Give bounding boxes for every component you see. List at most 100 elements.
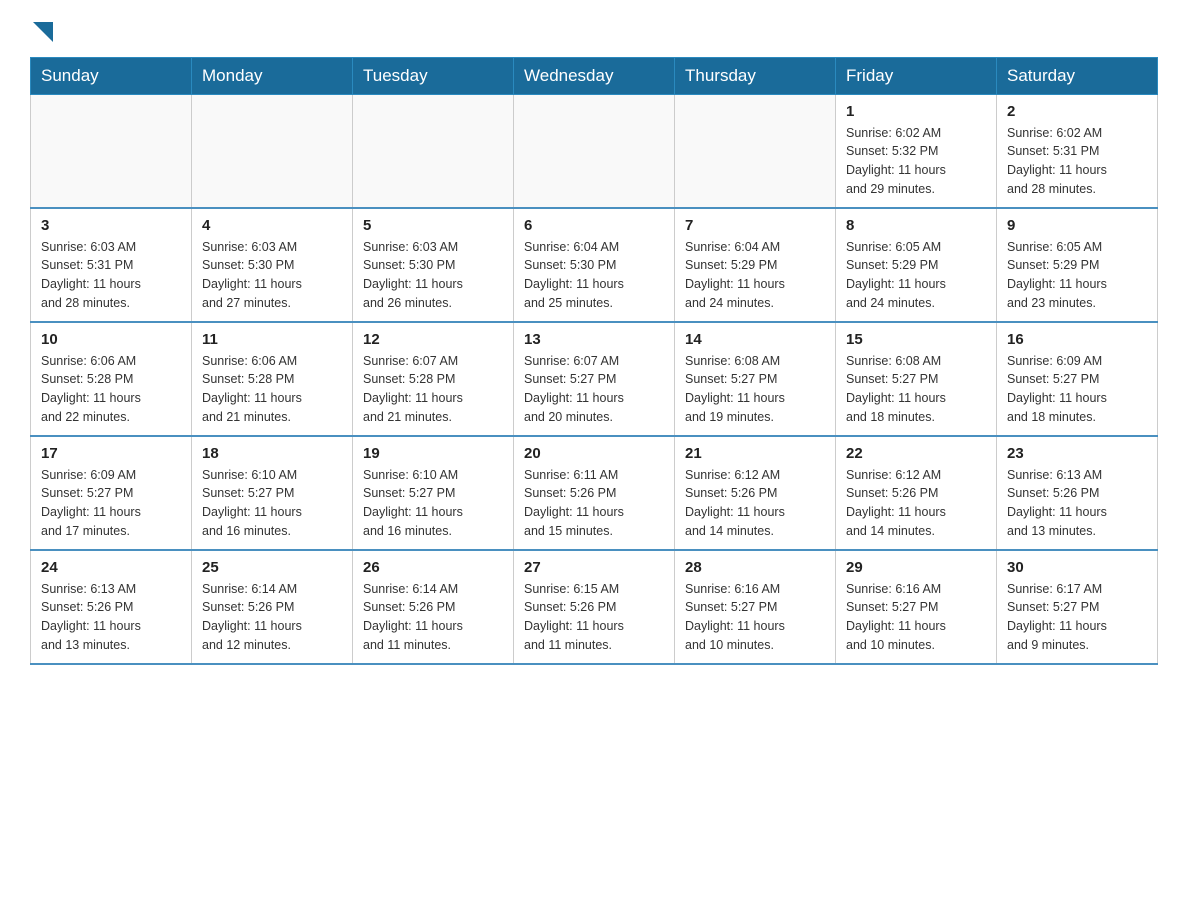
day-number: 16 [1007,331,1147,348]
day-number: 5 [363,217,503,234]
day-number: 24 [41,559,181,576]
day-info: Sunrise: 6:16 AM Sunset: 5:27 PM Dayligh… [685,580,825,655]
day-number: 4 [202,217,342,234]
calendar-week-4: 24 Sunrise: 6:13 AM Sunset: 5:26 PM Dayli… [31,550,1158,664]
day-number: 7 [685,217,825,234]
day-info: Sunrise: 6:08 AM Sunset: 5:27 PM Dayligh… [846,352,986,427]
calendar-cell [675,94,836,208]
calendar-week-1: 3 Sunrise: 6:03 AM Sunset: 5:31 PM Daylig… [31,208,1158,322]
day-number: 27 [524,559,664,576]
calendar-body: 1 Sunrise: 6:02 AM Sunset: 5:32 PM Daylig… [31,94,1158,664]
day-number: 2 [1007,103,1147,120]
calendar-header: SundayMondayTuesdayWednesdayThursdayFrid… [31,57,1158,94]
day-header-thursday: Thursday [675,57,836,94]
day-info: Sunrise: 6:04 AM Sunset: 5:30 PM Dayligh… [524,238,664,313]
day-header-sunday: Sunday [31,57,192,94]
calendar-cell: 19 Sunrise: 6:10 AM Sunset: 5:27 PM Dayli… [353,436,514,550]
day-info: Sunrise: 6:14 AM Sunset: 5:26 PM Dayligh… [363,580,503,655]
day-info: Sunrise: 6:02 AM Sunset: 5:32 PM Dayligh… [846,124,986,199]
day-info: Sunrise: 6:06 AM Sunset: 5:28 PM Dayligh… [202,352,342,427]
day-header-saturday: Saturday [997,57,1158,94]
day-number: 6 [524,217,664,234]
day-number: 26 [363,559,503,576]
day-info: Sunrise: 6:03 AM Sunset: 5:31 PM Dayligh… [41,238,181,313]
day-info: Sunrise: 6:10 AM Sunset: 5:27 PM Dayligh… [363,466,503,541]
calendar-cell [353,94,514,208]
day-info: Sunrise: 6:07 AM Sunset: 5:28 PM Dayligh… [363,352,503,427]
calendar-cell: 22Sunrise: 6:12 AM Sunset: 5:26 PM Dayli… [836,436,997,550]
calendar-cell: 11 Sunrise: 6:06 AM Sunset: 5:28 PM Dayli… [192,322,353,436]
calendar-cell [31,94,192,208]
calendar-cell: 18 Sunrise: 6:10 AM Sunset: 5:27 PM Dayli… [192,436,353,550]
calendar-cell: 25 Sunrise: 6:14 AM Sunset: 5:26 PM Dayli… [192,550,353,664]
calendar-cell: 15 Sunrise: 6:08 AM Sunset: 5:27 PM Dayli… [836,322,997,436]
page-header [30,20,1158,47]
day-info: Sunrise: 6:05 AM Sunset: 5:29 PM Dayligh… [846,238,986,313]
day-number: 18 [202,445,342,462]
day-info: Sunrise: 6:10 AM Sunset: 5:27 PM Dayligh… [202,466,342,541]
calendar-cell: 16 Sunrise: 6:09 AM Sunset: 5:27 PM Dayli… [997,322,1158,436]
day-number: 19 [363,445,503,462]
calendar-cell: 17 Sunrise: 6:09 AM Sunset: 5:27 PM Dayli… [31,436,192,550]
calendar-cell: 26 Sunrise: 6:14 AM Sunset: 5:26 PM Dayli… [353,550,514,664]
day-number: 8 [846,217,986,234]
calendar-cell: 24 Sunrise: 6:13 AM Sunset: 5:26 PM Dayli… [31,550,192,664]
calendar-cell: 14Sunrise: 6:08 AM Sunset: 5:27 PM Dayli… [675,322,836,436]
calendar-cell: 2 Sunrise: 6:02 AM Sunset: 5:31 PM Daylig… [997,94,1158,208]
day-number: 15 [846,331,986,348]
day-info: Sunrise: 6:15 AM Sunset: 5:26 PM Dayligh… [524,580,664,655]
day-info: Sunrise: 6:11 AM Sunset: 5:26 PM Dayligh… [524,466,664,541]
day-number: 25 [202,559,342,576]
day-header-friday: Friday [836,57,997,94]
day-info: Sunrise: 6:04 AM Sunset: 5:29 PM Dayligh… [685,238,825,313]
day-info: Sunrise: 6:13 AM Sunset: 5:26 PM Dayligh… [41,580,181,655]
day-info: Sunrise: 6:06 AM Sunset: 5:28 PM Dayligh… [41,352,181,427]
day-info: Sunrise: 6:13 AM Sunset: 5:26 PM Dayligh… [1007,466,1147,541]
day-number: 1 [846,103,986,120]
day-number: 29 [846,559,986,576]
day-number: 30 [1007,559,1147,576]
calendar-cell: 13 Sunrise: 6:07 AM Sunset: 5:27 PM Dayli… [514,322,675,436]
day-number: 20 [524,445,664,462]
day-info: Sunrise: 6:03 AM Sunset: 5:30 PM Dayligh… [202,238,342,313]
day-header-wednesday: Wednesday [514,57,675,94]
logo [30,20,53,47]
day-number: 13 [524,331,664,348]
calendar-cell: 21 Sunrise: 6:12 AM Sunset: 5:26 PM Dayli… [675,436,836,550]
day-info: Sunrise: 6:07 AM Sunset: 5:27 PM Dayligh… [524,352,664,427]
day-number: 22 [846,445,986,462]
day-info: Sunrise: 6:05 AM Sunset: 5:29 PM Dayligh… [1007,238,1147,313]
calendar-cell: 30 Sunrise: 6:17 AM Sunset: 5:27 PM Dayli… [997,550,1158,664]
day-number: 3 [41,217,181,234]
day-number: 14 [685,331,825,348]
day-number: 12 [363,331,503,348]
day-info: Sunrise: 6:02 AM Sunset: 5:31 PM Dayligh… [1007,124,1147,199]
day-info: Sunrise: 6:03 AM Sunset: 5:30 PM Dayligh… [363,238,503,313]
calendar-cell: 3 Sunrise: 6:03 AM Sunset: 5:31 PM Daylig… [31,208,192,322]
calendar-cell: 20 Sunrise: 6:11 AM Sunset: 5:26 PM Dayli… [514,436,675,550]
day-header-tuesday: Tuesday [353,57,514,94]
day-number: 11 [202,331,342,348]
day-info: Sunrise: 6:16 AM Sunset: 5:27 PM Dayligh… [846,580,986,655]
logo-arrow-icon [33,22,53,42]
day-info: Sunrise: 6:17 AM Sunset: 5:27 PM Dayligh… [1007,580,1147,655]
calendar-cell: 5 Sunrise: 6:03 AM Sunset: 5:30 PM Daylig… [353,208,514,322]
day-info: Sunrise: 6:12 AM Sunset: 5:26 PM Dayligh… [685,466,825,541]
day-info: Sunrise: 6:09 AM Sunset: 5:27 PM Dayligh… [41,466,181,541]
day-headers-row: SundayMondayTuesdayWednesdayThursdayFrid… [31,57,1158,94]
calendar-cell [514,94,675,208]
calendar-cell: 10 Sunrise: 6:06 AM Sunset: 5:28 PM Dayli… [31,322,192,436]
calendar-cell: 27 Sunrise: 6:15 AM Sunset: 5:26 PM Dayli… [514,550,675,664]
calendar-week-0: 1 Sunrise: 6:02 AM Sunset: 5:32 PM Daylig… [31,94,1158,208]
day-number: 21 [685,445,825,462]
calendar-cell: 29 Sunrise: 6:16 AM Sunset: 5:27 PM Dayli… [836,550,997,664]
day-number: 28 [685,559,825,576]
day-number: 10 [41,331,181,348]
calendar-cell: 12 Sunrise: 6:07 AM Sunset: 5:28 PM Dayli… [353,322,514,436]
calendar-table: SundayMondayTuesdayWednesdayThursdayFrid… [30,57,1158,665]
day-number: 9 [1007,217,1147,234]
day-number: 23 [1007,445,1147,462]
day-number: 17 [41,445,181,462]
day-info: Sunrise: 6:14 AM Sunset: 5:26 PM Dayligh… [202,580,342,655]
day-info: Sunrise: 6:09 AM Sunset: 5:27 PM Dayligh… [1007,352,1147,427]
